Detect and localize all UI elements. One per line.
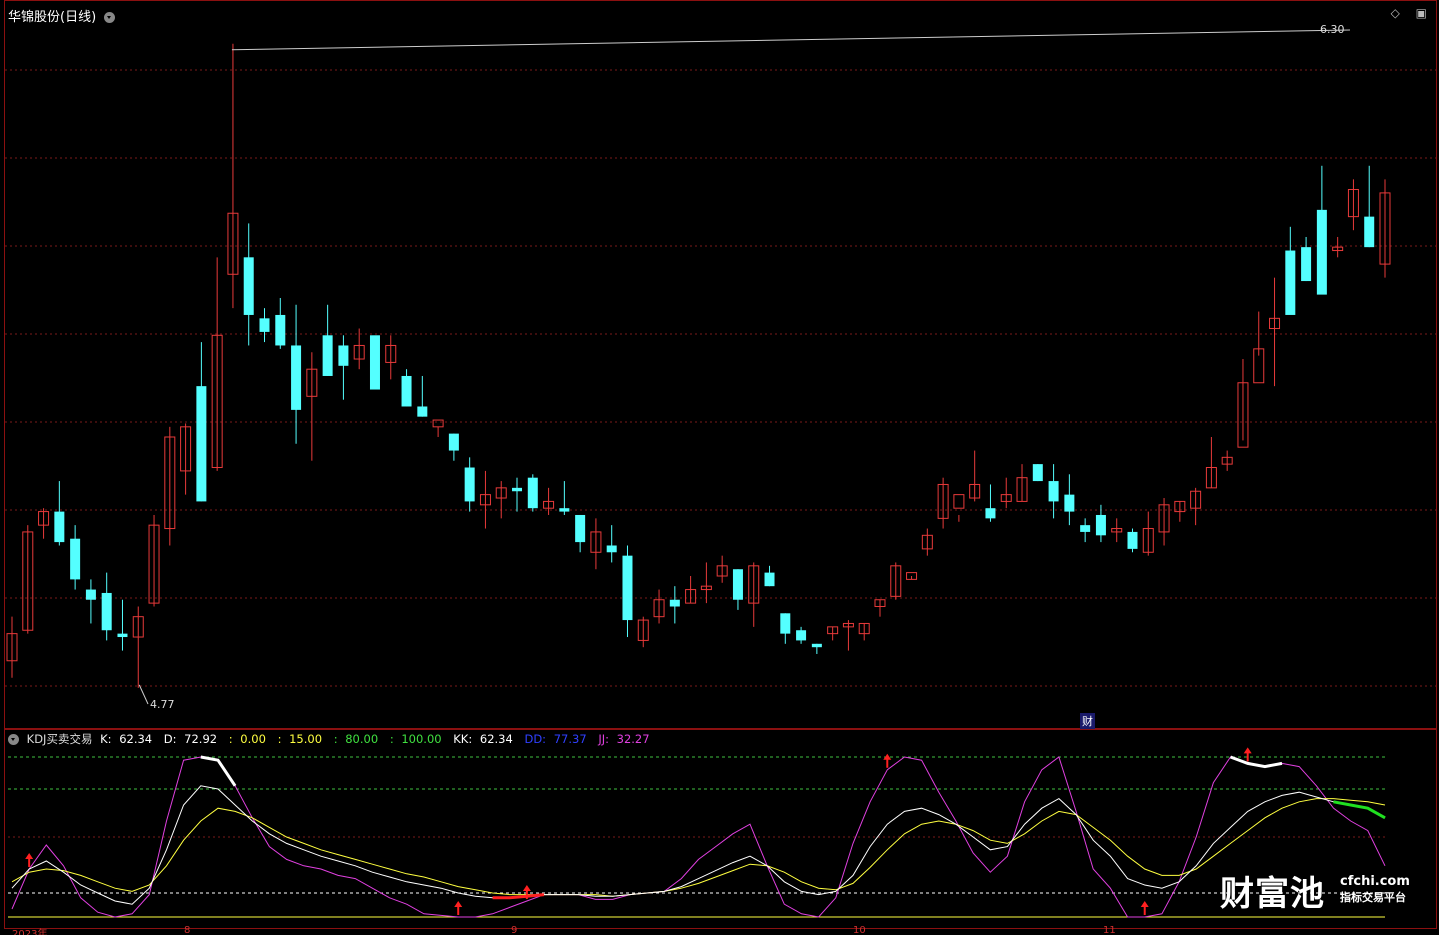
overbought-highlight bbox=[1333, 800, 1386, 820]
candle-down bbox=[1064, 494, 1075, 512]
candle-down bbox=[606, 545, 617, 553]
candle-down bbox=[464, 467, 475, 502]
candle-down bbox=[369, 335, 380, 390]
candle-down bbox=[1285, 250, 1296, 315]
candle-down bbox=[117, 633, 128, 638]
x-tick-year: 2023年 bbox=[12, 929, 48, 935]
candle-down bbox=[669, 599, 680, 607]
candle-down bbox=[401, 375, 412, 407]
candle-down bbox=[1127, 531, 1138, 549]
watermark-logo: 财富池 cfchi.com 指标交易平台 bbox=[1220, 866, 1410, 915]
candle-up bbox=[432, 419, 444, 428]
stock-chart-window: { "window": { "title": "华锦股份(日线)", "icon… bbox=[0, 0, 1439, 935]
candle-down bbox=[259, 318, 270, 332]
candle-down bbox=[1095, 514, 1106, 536]
candle-down bbox=[101, 592, 112, 631]
candle-down bbox=[1032, 464, 1043, 482]
watermark-name: 财富池 bbox=[1220, 874, 1325, 914]
candle-down bbox=[1048, 481, 1059, 502]
max-pointer bbox=[231, 29, 1351, 51]
candle-down bbox=[1080, 525, 1091, 532]
candlestick-chart[interactable] bbox=[0, 0, 1439, 729]
min-price-annotation: 4.77 bbox=[150, 698, 175, 711]
candle-down bbox=[417, 406, 428, 417]
watermark-slogan: 指标交易平台 bbox=[1340, 891, 1406, 904]
x-tick-aug: 8 bbox=[184, 925, 191, 935]
candle-down bbox=[1316, 209, 1327, 295]
candle-down bbox=[527, 477, 538, 509]
candle-down bbox=[1301, 247, 1312, 282]
k-line bbox=[11, 785, 1386, 905]
candle-down bbox=[275, 314, 286, 346]
candle-down bbox=[1364, 216, 1375, 248]
x-tick-oct: 10 bbox=[853, 925, 866, 935]
candle-down bbox=[338, 345, 349, 366]
candle-down bbox=[764, 572, 775, 587]
candle-down bbox=[322, 335, 333, 376]
x-tick-nov: 11 bbox=[1103, 925, 1116, 935]
j-top-highlight bbox=[200, 755, 237, 787]
candle-down bbox=[985, 508, 996, 519]
candle-down bbox=[54, 511, 65, 543]
buy-arrow-head bbox=[522, 885, 531, 891]
candle-down bbox=[732, 569, 743, 600]
finance-badge[interactable]: 财 bbox=[1080, 713, 1095, 729]
buy-arrow-head bbox=[454, 901, 463, 907]
buy-arrow-head bbox=[1140, 901, 1149, 907]
min-pointer bbox=[138, 684, 149, 705]
buy-arrow-head bbox=[25, 853, 34, 859]
x-tick-sep: 9 bbox=[511, 925, 518, 935]
candle-down bbox=[291, 345, 302, 410]
buy-arrow-head bbox=[1243, 747, 1252, 754]
candle-down bbox=[780, 613, 791, 634]
candle-down bbox=[796, 630, 807, 641]
j-top-highlight bbox=[1229, 755, 1283, 769]
candle-up bbox=[953, 494, 965, 509]
candle-down bbox=[85, 589, 96, 600]
candle-down bbox=[622, 555, 633, 621]
candle-down bbox=[512, 487, 523, 492]
watermark-domain: cfchi.com bbox=[1340, 874, 1410, 889]
candle-down bbox=[811, 643, 822, 648]
candle-down bbox=[196, 386, 207, 502]
max-price-annotation: 6.30 bbox=[1320, 23, 1345, 36]
candle-down bbox=[243, 257, 254, 315]
candle-down bbox=[448, 433, 459, 451]
candle-down bbox=[559, 508, 570, 512]
candle-down bbox=[575, 514, 586, 543]
candle-down bbox=[70, 538, 81, 580]
